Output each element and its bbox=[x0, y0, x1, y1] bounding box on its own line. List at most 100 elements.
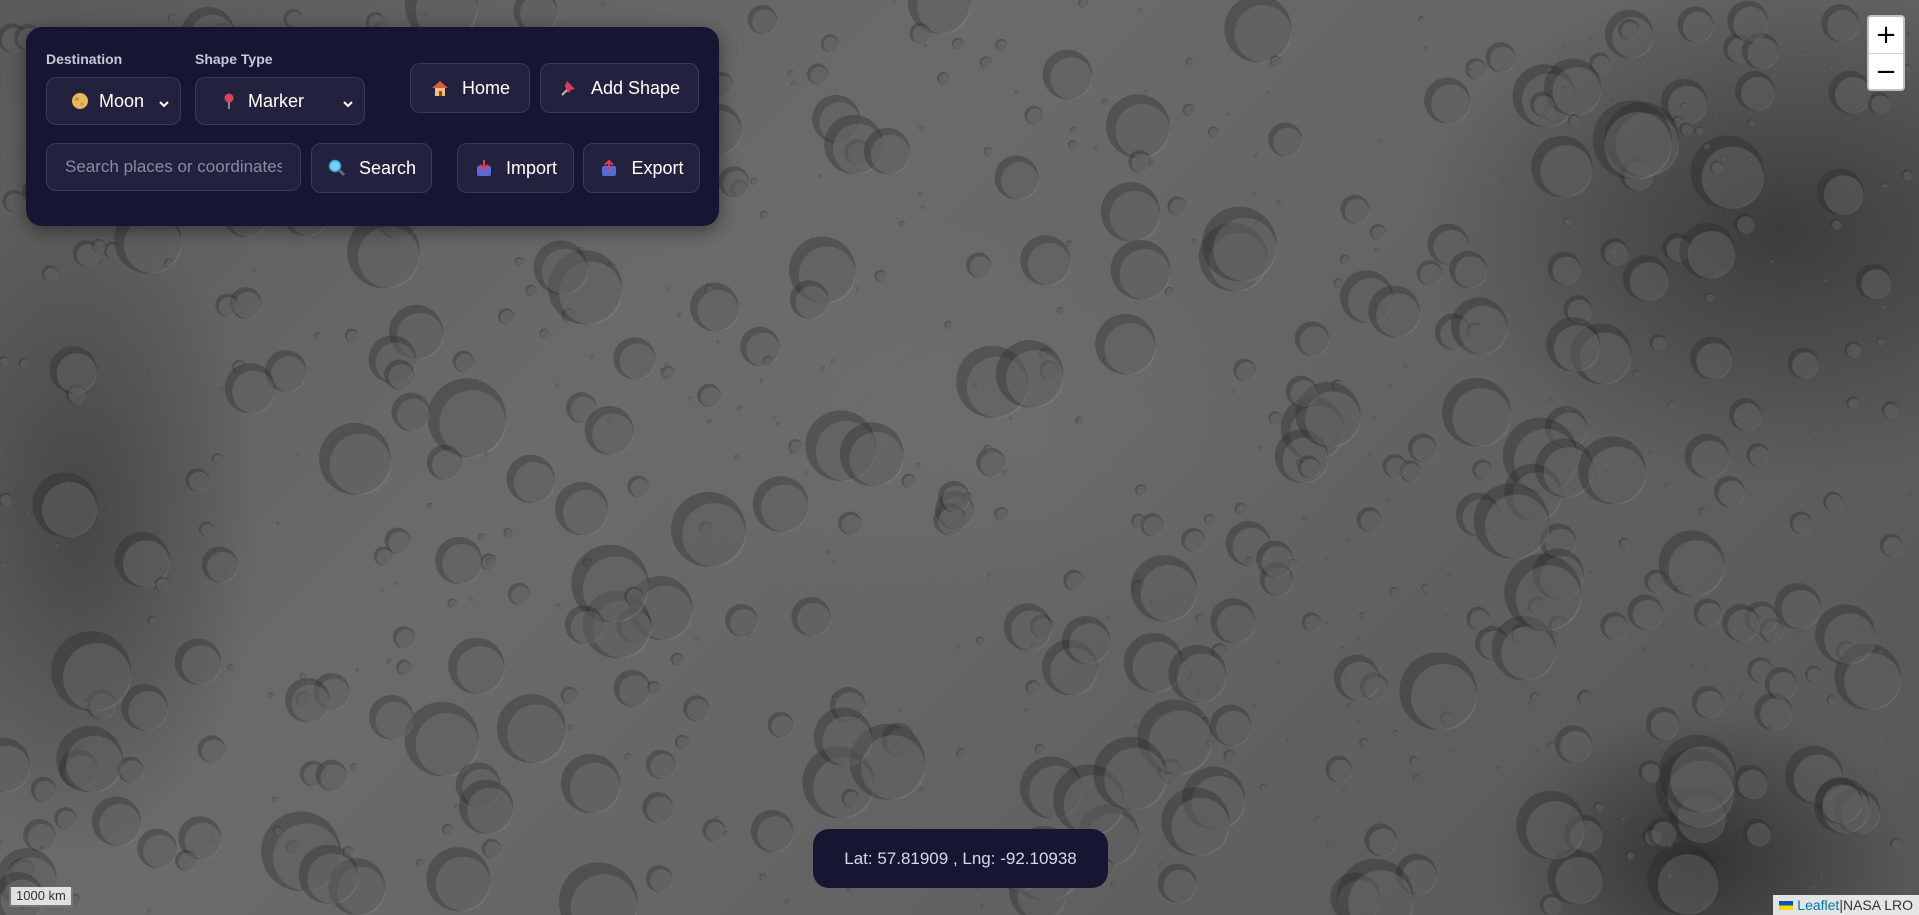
crater bbox=[1301, 612, 1321, 632]
crater bbox=[1424, 77, 1471, 124]
crater bbox=[1168, 644, 1227, 703]
crater bbox=[1629, 443, 1634, 448]
export-button[interactable]: Export bbox=[583, 143, 700, 193]
home-button[interactable]: Home bbox=[410, 63, 530, 113]
crater bbox=[1106, 94, 1170, 158]
crater bbox=[1540, 893, 1562, 915]
crater bbox=[784, 898, 791, 905]
shape-type-value: Marker bbox=[248, 90, 305, 111]
crater bbox=[1588, 36, 1593, 42]
crater bbox=[791, 596, 831, 637]
crater bbox=[666, 287, 671, 292]
crater bbox=[1105, 616, 1111, 622]
crater bbox=[1693, 598, 1722, 627]
crater bbox=[1374, 247, 1379, 252]
crater bbox=[1407, 433, 1437, 463]
crater bbox=[923, 43, 929, 49]
crater bbox=[463, 774, 469, 780]
crater bbox=[227, 663, 234, 671]
crater bbox=[1446, 573, 1452, 579]
search-button[interactable]: Search bbox=[311, 143, 432, 193]
crater bbox=[1203, 514, 1215, 525]
crater bbox=[1403, 364, 1408, 370]
crater bbox=[1627, 594, 1663, 630]
crater bbox=[1449, 250, 1487, 289]
search-input[interactable] bbox=[46, 143, 301, 191]
crater bbox=[733, 454, 740, 460]
crater bbox=[0, 839, 4, 846]
crater bbox=[1359, 737, 1370, 748]
crater bbox=[1030, 643, 1035, 648]
crater bbox=[1823, 278, 1828, 283]
crater bbox=[1276, 199, 1282, 206]
crater bbox=[1061, 616, 1110, 664]
crater bbox=[1603, 469, 1608, 475]
crater bbox=[1356, 636, 1361, 641]
crater bbox=[1078, 0, 1089, 9]
crater bbox=[380, 588, 386, 593]
crater bbox=[539, 328, 550, 339]
crater bbox=[1135, 484, 1147, 496]
crater bbox=[1501, 178, 1506, 184]
crater bbox=[790, 81, 796, 87]
crater bbox=[1592, 100, 1672, 180]
import-button[interactable]: Import bbox=[457, 143, 574, 193]
zoom-out-button[interactable]: − bbox=[1869, 53, 1903, 90]
crater bbox=[314, 332, 321, 339]
crater bbox=[1769, 258, 1774, 264]
crater bbox=[1610, 321, 1615, 326]
crater bbox=[661, 365, 675, 380]
crater bbox=[584, 406, 634, 455]
crater bbox=[775, 421, 780, 426]
crater bbox=[1546, 66, 1552, 72]
crater bbox=[1882, 182, 1888, 188]
crater bbox=[220, 387, 225, 392]
crater bbox=[481, 838, 502, 859]
zoom-control: + − bbox=[1867, 15, 1905, 91]
crater bbox=[1547, 741, 1556, 750]
crater bbox=[1364, 823, 1397, 857]
crater bbox=[272, 825, 282, 835]
crater bbox=[506, 454, 555, 504]
crater bbox=[1733, 419, 1740, 426]
crater bbox=[1610, 99, 1616, 105]
crater bbox=[91, 796, 141, 846]
crater bbox=[1496, 766, 1501, 771]
crater bbox=[384, 527, 411, 554]
crater bbox=[898, 707, 903, 712]
shape-type-select[interactable]: Marker bbox=[195, 77, 365, 125]
leaflet-link[interactable]: Leaflet bbox=[1797, 895, 1839, 915]
crater bbox=[1747, 119, 1755, 126]
crater bbox=[1876, 648, 1882, 654]
crater bbox=[1570, 225, 1575, 230]
crater bbox=[1268, 122, 1303, 157]
crater bbox=[25, 510, 30, 515]
add-shape-button[interactable]: Add Shape bbox=[540, 63, 699, 113]
crater bbox=[384, 359, 415, 390]
crater bbox=[1691, 686, 1724, 718]
crater bbox=[39, 845, 45, 851]
crater bbox=[1234, 502, 1247, 516]
crater bbox=[484, 452, 490, 457]
crater bbox=[1224, 0, 1292, 63]
crater bbox=[426, 444, 462, 480]
crater bbox=[346, 215, 420, 289]
crater bbox=[1710, 160, 1723, 174]
crater bbox=[759, 873, 767, 882]
crater bbox=[1561, 86, 1566, 91]
crater bbox=[1677, 6, 1714, 43]
destination-select[interactable]: Moon bbox=[46, 77, 181, 125]
crater bbox=[1547, 251, 1581, 285]
crater bbox=[807, 63, 829, 85]
crater bbox=[832, 559, 837, 564]
crater bbox=[1815, 777, 1863, 824]
crater bbox=[1314, 816, 1320, 822]
crater bbox=[1393, 729, 1400, 736]
crater bbox=[1346, 703, 1353, 710]
crater bbox=[448, 637, 505, 694]
crater bbox=[917, 192, 922, 197]
crater bbox=[41, 265, 58, 282]
zoom-in-button[interactable]: + bbox=[1869, 17, 1903, 53]
crater bbox=[1563, 217, 1572, 226]
crater bbox=[874, 269, 887, 282]
